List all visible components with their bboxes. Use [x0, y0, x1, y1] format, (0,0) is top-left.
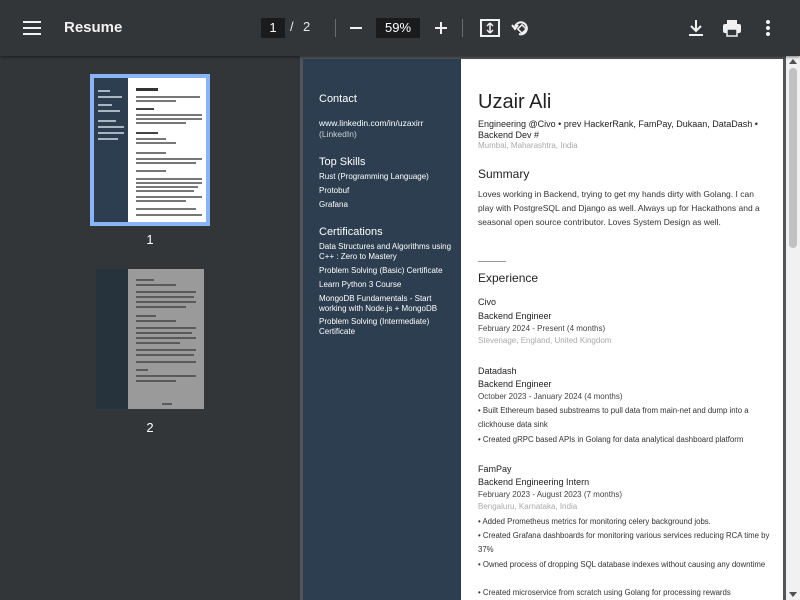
document-title: Resume — [64, 19, 123, 36]
company-name: FamPay — [478, 464, 512, 474]
linkedin-link[interactable]: www.linkedin.com/in/uzaxirr — [319, 118, 454, 128]
scroll-down-icon[interactable] — [789, 592, 797, 597]
thumbnail-label-1: 1 — [146, 232, 154, 247]
download-icon[interactable] — [684, 16, 708, 40]
job-bullet: • Added Prometheus metrics for monitorin… — [478, 517, 711, 526]
certifications-heading: Certifications — [319, 226, 383, 238]
rotate-icon[interactable] — [509, 16, 533, 40]
job-dates: February 2023 - August 2023 (7 months) — [478, 490, 623, 499]
page-separator: / — [290, 19, 294, 34]
certification-item: MongoDB Fundamentals - Start working wit… — [319, 294, 438, 313]
pdf-page: Contact www.linkedin.com/in/uzaxirr (Lin… — [303, 59, 783, 600]
job-location: Stevenage, England, United Kingdom — [478, 336, 612, 345]
more-vert-icon[interactable] — [756, 16, 780, 40]
skill-item: Protobuf — [319, 186, 350, 195]
company-name: Civo — [478, 297, 497, 307]
certification-item: Problem Solving (Basic) Certificate — [319, 266, 443, 275]
resume-headline: Engineering @Civo • prev HackerRank, Fam… — [478, 119, 758, 140]
scrollbar-thumb[interactable] — [789, 68, 797, 248]
certification-item: Data Structures and Algorithms using C++… — [319, 242, 452, 261]
fit-page-icon[interactable] — [478, 16, 502, 40]
job-bullet: • Created gRPC based APIs in Golang for … — [478, 435, 744, 444]
page-thumbnail-1[interactable] — [90, 74, 210, 226]
page-thumbnail-2[interactable] — [96, 269, 204, 409]
job-bullet: • Owned process of dropping SQL database… — [478, 560, 766, 569]
document-viewer[interactable]: Contact www.linkedin.com/in/uzaxirr (Lin… — [300, 56, 800, 600]
resume-location: Mumbai, Maharashtra, India — [478, 141, 578, 150]
job-bullet: • Created microservice from scratch usin… — [478, 588, 731, 597]
summary-text: Loves working in Backend, trying to get … — [478, 189, 760, 227]
zoom-in-icon[interactable] — [429, 16, 453, 40]
job-dates: February 2024 - Present (4 months) — [478, 324, 606, 333]
toolbar-divider — [335, 19, 336, 37]
pdf-toolbar: Resume 1 / 2 59% — [0, 0, 800, 56]
company-name: Datadash — [478, 366, 517, 376]
contact-heading: Contact — [319, 93, 357, 105]
zoom-out-icon[interactable] — [344, 16, 368, 40]
toolbar-divider — [462, 19, 463, 37]
skill-item: Rust (Programming Language) — [319, 172, 429, 181]
certification-item: Learn Python 3 Course — [319, 280, 402, 289]
resume-name: Uzair Ali — [478, 91, 552, 113]
job-location: Bengaluru, Karnataka, India — [478, 502, 578, 511]
section-divider — [478, 261, 506, 262]
page-number-input[interactable]: 1 — [261, 18, 285, 38]
thumbnail-label-2: 2 — [146, 420, 154, 435]
thumbnail-page-preview — [96, 269, 129, 409]
job-dates: October 2023 - January 2024 (4 months) — [478, 392, 623, 401]
thumbnail-sidebar: 1 2 — [0, 56, 300, 600]
job-title: Backend Engineer — [478, 311, 552, 321]
job-bullet: • Created Grafana dashboards for monitor… — [478, 531, 770, 554]
scroll-up-icon[interactable] — [789, 59, 797, 64]
print-icon[interactable] — [720, 16, 744, 40]
linkedin-label: (LinkedIn) — [319, 129, 357, 139]
job-title: Backend Engineering Intern — [478, 477, 590, 487]
skill-item: Grafana — [319, 200, 348, 209]
experience-heading: Experience — [478, 271, 539, 285]
total-pages: 2 — [303, 19, 311, 34]
zoom-level-input[interactable]: 59% — [376, 18, 420, 38]
vertical-scrollbar[interactable] — [786, 56, 800, 600]
job-bullet: • Built Ethereum based substreams to pul… — [478, 406, 749, 429]
menu-icon[interactable] — [16, 14, 48, 42]
certification-item: Problem Solving (Intermediate) Certifica… — [319, 317, 430, 336]
resume-sidebar: Contact www.linkedin.com/in/uzaxirr (Lin… — [303, 59, 461, 600]
summary-heading: Summary — [478, 167, 530, 181]
job-title: Backend Engineer — [478, 379, 552, 389]
skills-heading: Top Skills — [319, 156, 366, 168]
thumbnail-page-preview — [94, 78, 128, 222]
